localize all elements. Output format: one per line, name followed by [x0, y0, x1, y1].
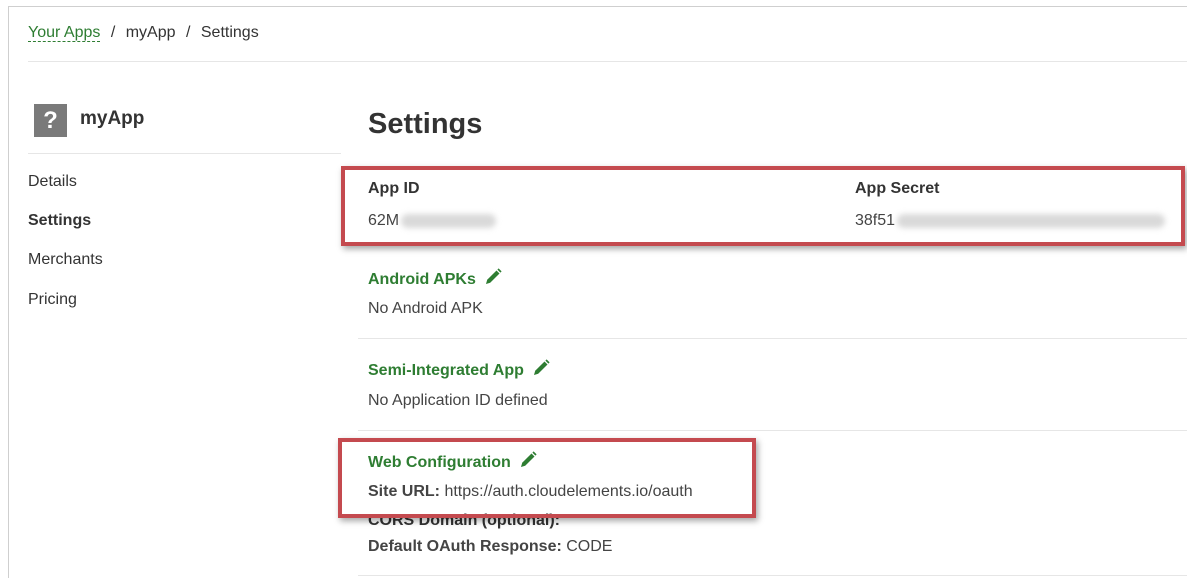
section-divider [358, 430, 1187, 431]
oauth-response-value: CODE [566, 538, 613, 555]
sidebar-item-settings[interactable]: Settings [28, 212, 91, 230]
highlight-box-web-configuration [338, 438, 756, 518]
section-divider [358, 338, 1187, 339]
breadcrumb-separator: / [110, 24, 116, 41]
header-divider [28, 61, 1187, 62]
highlight-box-credentials [341, 166, 1185, 246]
semi-integrated-section: Semi-Integrated App [368, 359, 550, 380]
window-left-border [8, 6, 9, 578]
edit-android-pencil-icon[interactable] [484, 268, 502, 286]
page-title: Settings [368, 108, 483, 140]
oauth-response-row: Default OAuth Response: CODE [368, 538, 612, 556]
sidebar-divider [28, 153, 341, 154]
section-divider [358, 575, 1187, 576]
app-placeholder-icon: ? [34, 104, 67, 137]
oauth-response-label: Default OAuth Response: [368, 538, 562, 555]
sidebar-item-pricing[interactable]: Pricing [28, 291, 77, 309]
sidebar-item-details[interactable]: Details [28, 173, 77, 191]
breadcrumb-app: myApp [125, 24, 176, 41]
breadcrumb-current: Settings [200, 24, 259, 41]
android-apks-section: Android APKs [368, 268, 502, 289]
edit-semi-integrated-pencil-icon[interactable] [532, 359, 550, 377]
sidebar-item-merchants[interactable]: Merchants [28, 251, 103, 269]
android-apks-value: No Android APK [368, 300, 483, 317]
semi-integrated-title: Semi-Integrated App [368, 362, 524, 379]
breadcrumb: Your Apps / myApp / Settings [28, 24, 259, 42]
breadcrumb-your-apps-link[interactable]: Your Apps [28, 24, 101, 42]
semi-integrated-value: No Application ID defined [368, 392, 548, 409]
sidebar-app-name: myApp [80, 108, 145, 129]
android-apks-title: Android APKs [368, 271, 476, 288]
window-top-border [8, 6, 1187, 7]
breadcrumb-separator: / [185, 24, 191, 41]
